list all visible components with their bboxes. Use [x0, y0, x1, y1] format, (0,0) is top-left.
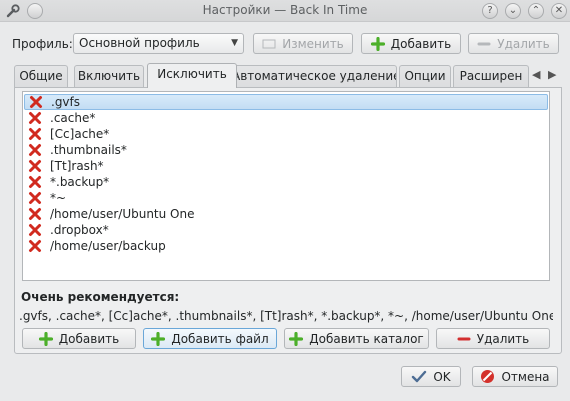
- list-item[interactable]: /home/user/Ubuntu One: [24, 206, 548, 222]
- tab-exclude[interactable]: Исключить: [147, 63, 237, 88]
- exclude-x-icon: [28, 239, 42, 253]
- exclude-list[interactable]: .gvfs .cache* [Cc]ache* .thumbnails* [Tt…: [22, 91, 550, 281]
- add-profile-label: Добавить: [390, 36, 452, 51]
- profile-label: Профиль:: [12, 37, 73, 51]
- settings-tabbar: Общие Включить Исключить Автоматическое …: [14, 63, 562, 88]
- minus-icon: [457, 332, 471, 346]
- list-item-label: .cache*: [50, 111, 96, 125]
- edit-icon: [262, 38, 276, 50]
- list-item[interactable]: .thumbnails*: [24, 142, 548, 158]
- profile-select[interactable]: Основной профиль ▼: [73, 33, 244, 54]
- edit-profile-button[interactable]: Изменить: [253, 33, 353, 54]
- list-item-label: *.backup*: [50, 175, 110, 189]
- add-folder-button[interactable]: Добавить каталог: [284, 328, 429, 349]
- list-item[interactable]: [Tt]rash*: [24, 158, 548, 174]
- list-item[interactable]: *~: [24, 190, 548, 206]
- tab-scroll-left-icon[interactable]: ◀: [532, 68, 540, 81]
- tab-general[interactable]: Общие: [14, 65, 68, 87]
- tab-include[interactable]: Включить: [74, 65, 144, 87]
- add-profile-button[interactable]: Добавить: [361, 33, 461, 54]
- title-bar: Настройки — Back In Time ? ⌄ ⌃ ✕: [0, 0, 570, 22]
- help-button[interactable]: ?: [482, 3, 498, 19]
- remove-button-label: Удалить: [476, 331, 530, 346]
- ok-label: OK: [433, 369, 451, 384]
- plus-icon: [151, 331, 166, 346]
- exclude-x-icon: [28, 127, 42, 141]
- add-file-label: Добавить файл: [171, 331, 269, 346]
- minimize-button[interactable]: ⌄: [505, 3, 521, 19]
- list-item-label: .gvfs: [51, 95, 81, 109]
- exclude-x-icon: [28, 159, 42, 173]
- tab-auto-remove[interactable]: Автоматическое удаление: [231, 65, 397, 87]
- maximize-button[interactable]: ⌃: [528, 3, 544, 19]
- close-window-button[interactable]: ✕: [551, 3, 567, 19]
- list-item[interactable]: .gvfs: [24, 94, 548, 110]
- chevron-down-icon: ▼: [231, 38, 238, 48]
- list-item-label: .thumbnails*: [50, 143, 127, 157]
- recommended-title: Очень рекомендуется:: [21, 290, 180, 304]
- add-file-button[interactable]: Добавить файл: [143, 328, 277, 349]
- exclude-x-icon: [28, 223, 42, 237]
- list-item[interactable]: /home/user/backup: [24, 238, 548, 254]
- exclude-x-icon: [28, 191, 42, 205]
- exclude-x-icon: [29, 95, 43, 109]
- exclude-x-icon: [28, 111, 42, 125]
- cancel-button[interactable]: Отмена: [472, 366, 558, 387]
- exclude-x-icon: [28, 143, 42, 157]
- remove-profile-button[interactable]: Удалить: [468, 33, 559, 54]
- profile-selected-value: Основной профиль: [79, 36, 200, 50]
- cancel-icon: [480, 369, 495, 384]
- ok-button[interactable]: OK: [401, 366, 461, 387]
- remove-profile-label: Удалить: [497, 36, 550, 51]
- plus-icon: [289, 331, 304, 346]
- list-item-label: /home/user/backup: [50, 239, 166, 253]
- add-folder-label: Добавить каталог: [309, 331, 424, 346]
- list-item[interactable]: .cache*: [24, 110, 548, 126]
- list-item-label: /home/user/Ubuntu One: [50, 207, 195, 221]
- recommended-text: .gvfs, .cache*, [Cc]ache*, .thumbnails*,…: [19, 309, 553, 323]
- minus-icon: [477, 37, 491, 51]
- tab-expert[interactable]: Расширен: [453, 65, 529, 87]
- remove-button[interactable]: Удалить: [436, 328, 550, 349]
- list-item-label: .dropbox*: [50, 223, 109, 237]
- list-item[interactable]: *.backup*: [24, 174, 548, 190]
- exclude-x-icon: [28, 207, 42, 221]
- list-item-label: [Tt]rash*: [50, 159, 104, 173]
- plus-icon: [370, 36, 385, 51]
- checkmark-icon: [411, 370, 427, 384]
- tab-options[interactable]: Опции: [399, 65, 451, 87]
- list-item-label: *~: [50, 191, 67, 205]
- add-button-label: Добавить: [58, 331, 120, 346]
- cancel-label: Отмена: [501, 369, 550, 384]
- list-item[interactable]: [Cc]ache*: [24, 126, 548, 142]
- edit-profile-label: Изменить: [282, 36, 344, 51]
- add-button[interactable]: Добавить: [22, 328, 136, 349]
- exclude-x-icon: [28, 175, 42, 189]
- plus-icon: [38, 331, 53, 346]
- list-item[interactable]: .dropbox*: [24, 222, 548, 238]
- list-item-label: [Cc]ache*: [50, 127, 110, 141]
- tab-scroll-right-icon[interactable]: ▶: [548, 68, 556, 81]
